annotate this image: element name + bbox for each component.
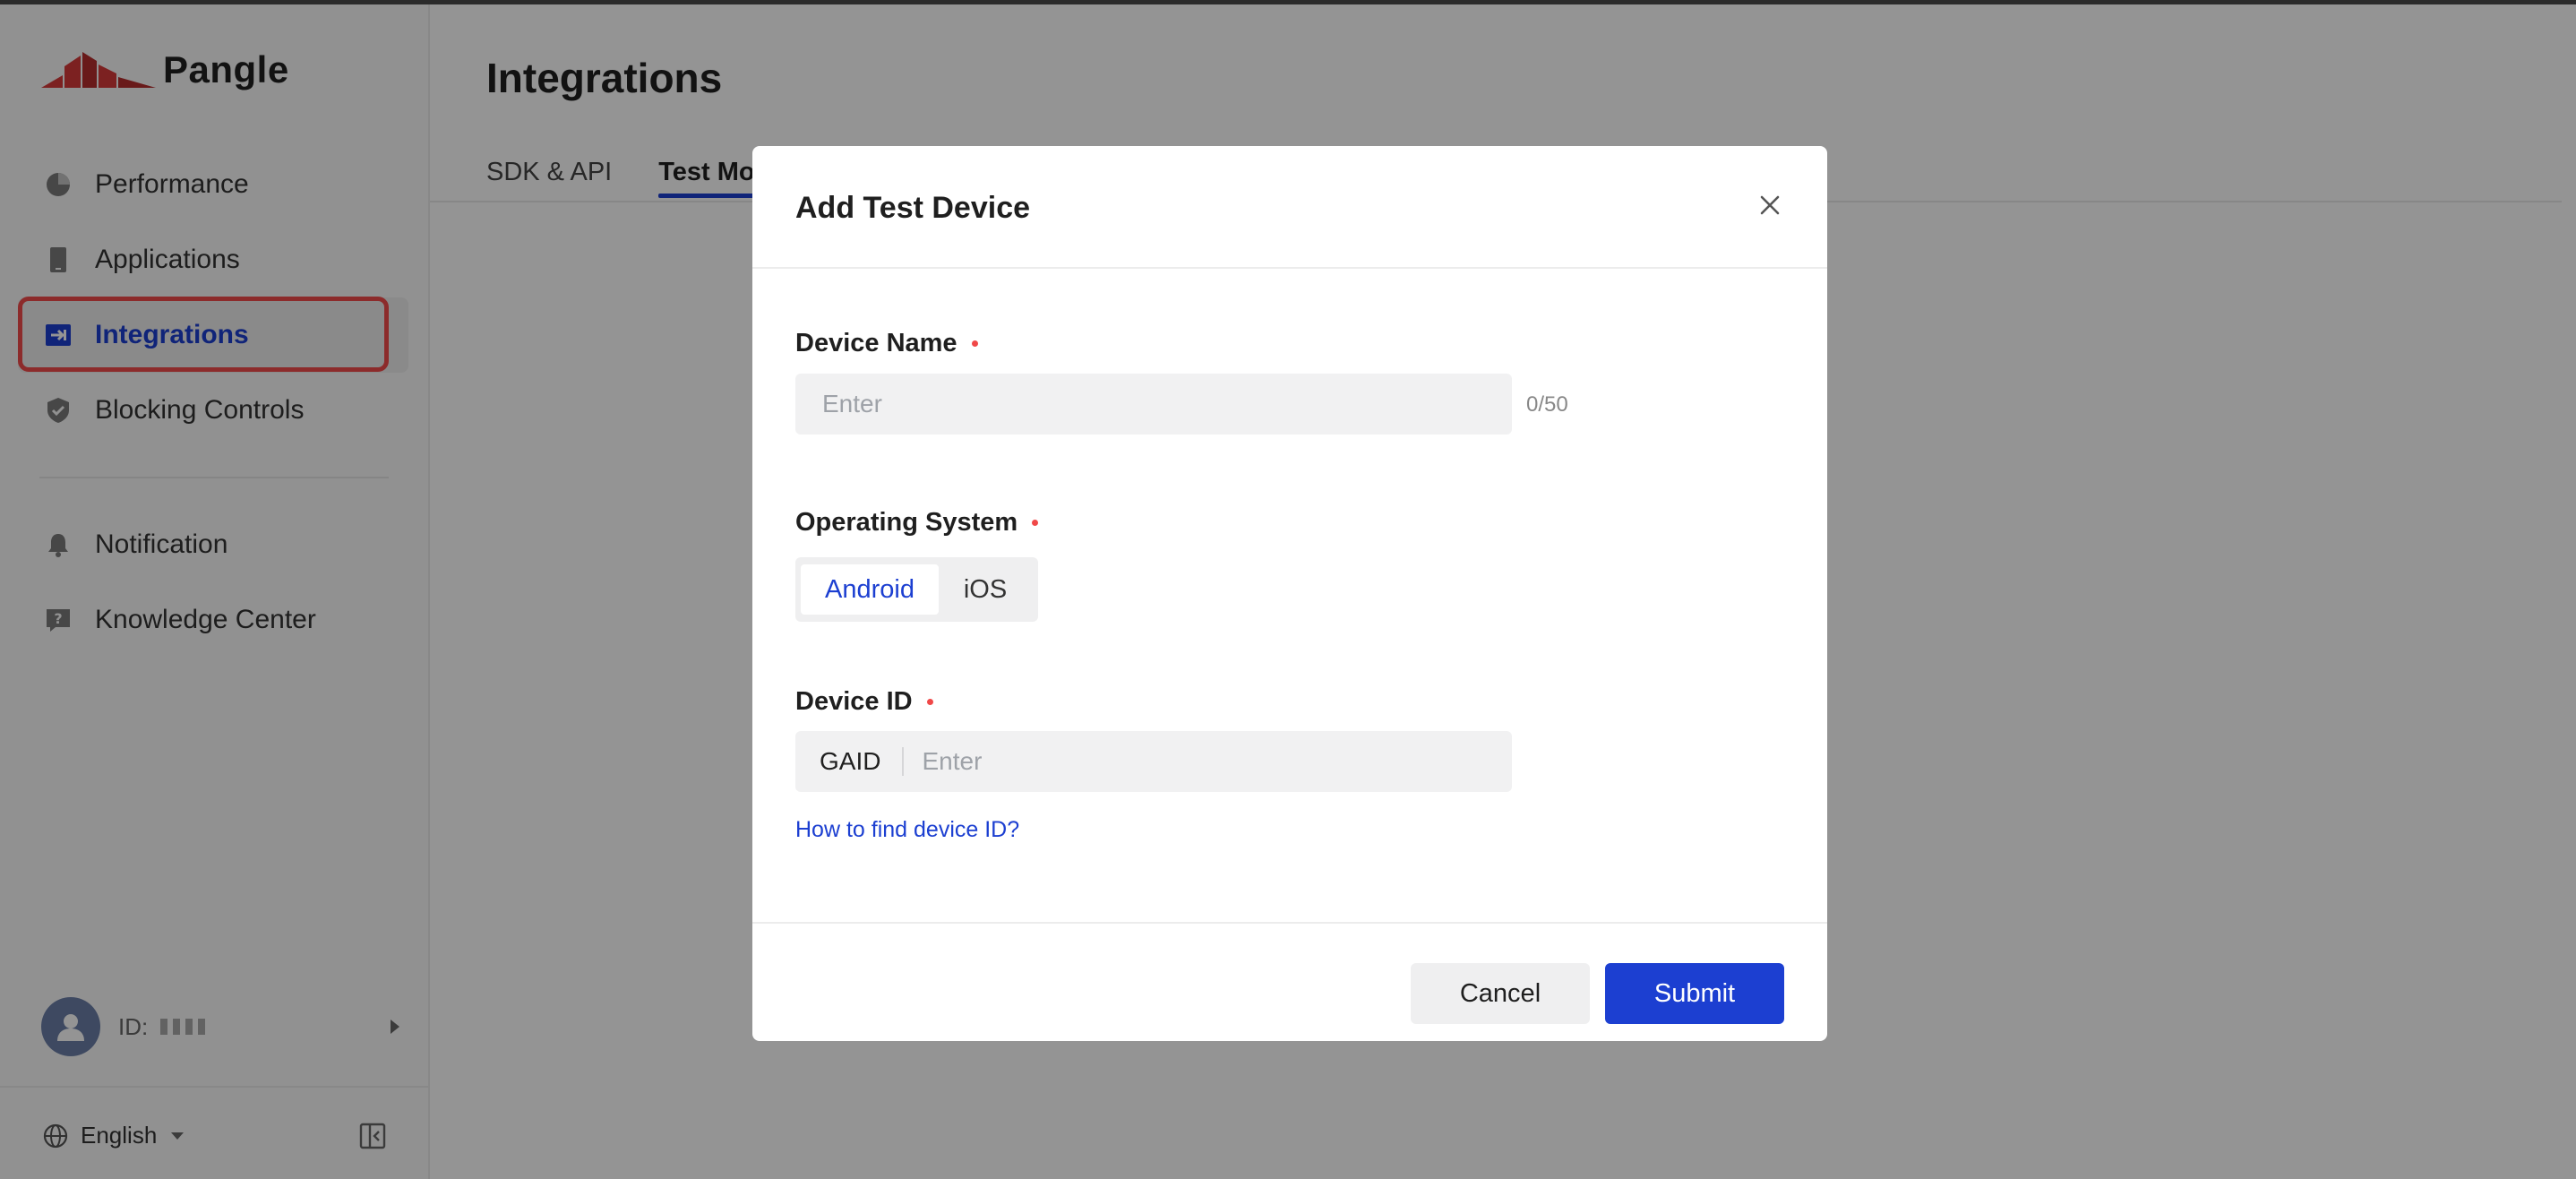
character-counter: 0/50 — [1526, 392, 1568, 417]
operating-system-label: Operating System — [795, 508, 1039, 538]
device-name-label-text: Device Name — [795, 329, 957, 357]
required-indicator — [926, 699, 933, 705]
device-name-label: Device Name — [795, 329, 978, 358]
device-name-input[interactable] — [795, 374, 1512, 435]
required-indicator — [971, 340, 978, 347]
os-option-ios[interactable]: iOS — [939, 564, 1032, 615]
close-icon[interactable] — [1756, 191, 1784, 219]
device-id-label-text: Device ID — [795, 687, 913, 716]
device-id-label: Device ID — [795, 687, 933, 717]
cancel-button[interactable]: Cancel — [1411, 963, 1590, 1024]
os-toggle: Android iOS — [795, 557, 1038, 622]
dialog-footer: Cancel Submit — [752, 922, 1827, 1041]
required-indicator — [1032, 520, 1039, 526]
dialog-title: Add Test Device — [795, 191, 1031, 225]
device-id-field: GAID — [795, 731, 1512, 792]
dialog-header: Add Test Device — [752, 146, 1827, 269]
device-id-input[interactable] — [904, 731, 1512, 792]
os-option-android[interactable]: Android — [801, 564, 939, 615]
submit-button[interactable]: Submit — [1605, 963, 1784, 1024]
add-test-device-dialog: Add Test Device Device Name 0/50 Operati… — [752, 146, 1827, 1041]
operating-system-label-text: Operating System — [795, 508, 1018, 537]
find-device-id-link[interactable]: How to find device ID? — [795, 817, 1019, 843]
device-id-type: GAID — [795, 747, 905, 776]
